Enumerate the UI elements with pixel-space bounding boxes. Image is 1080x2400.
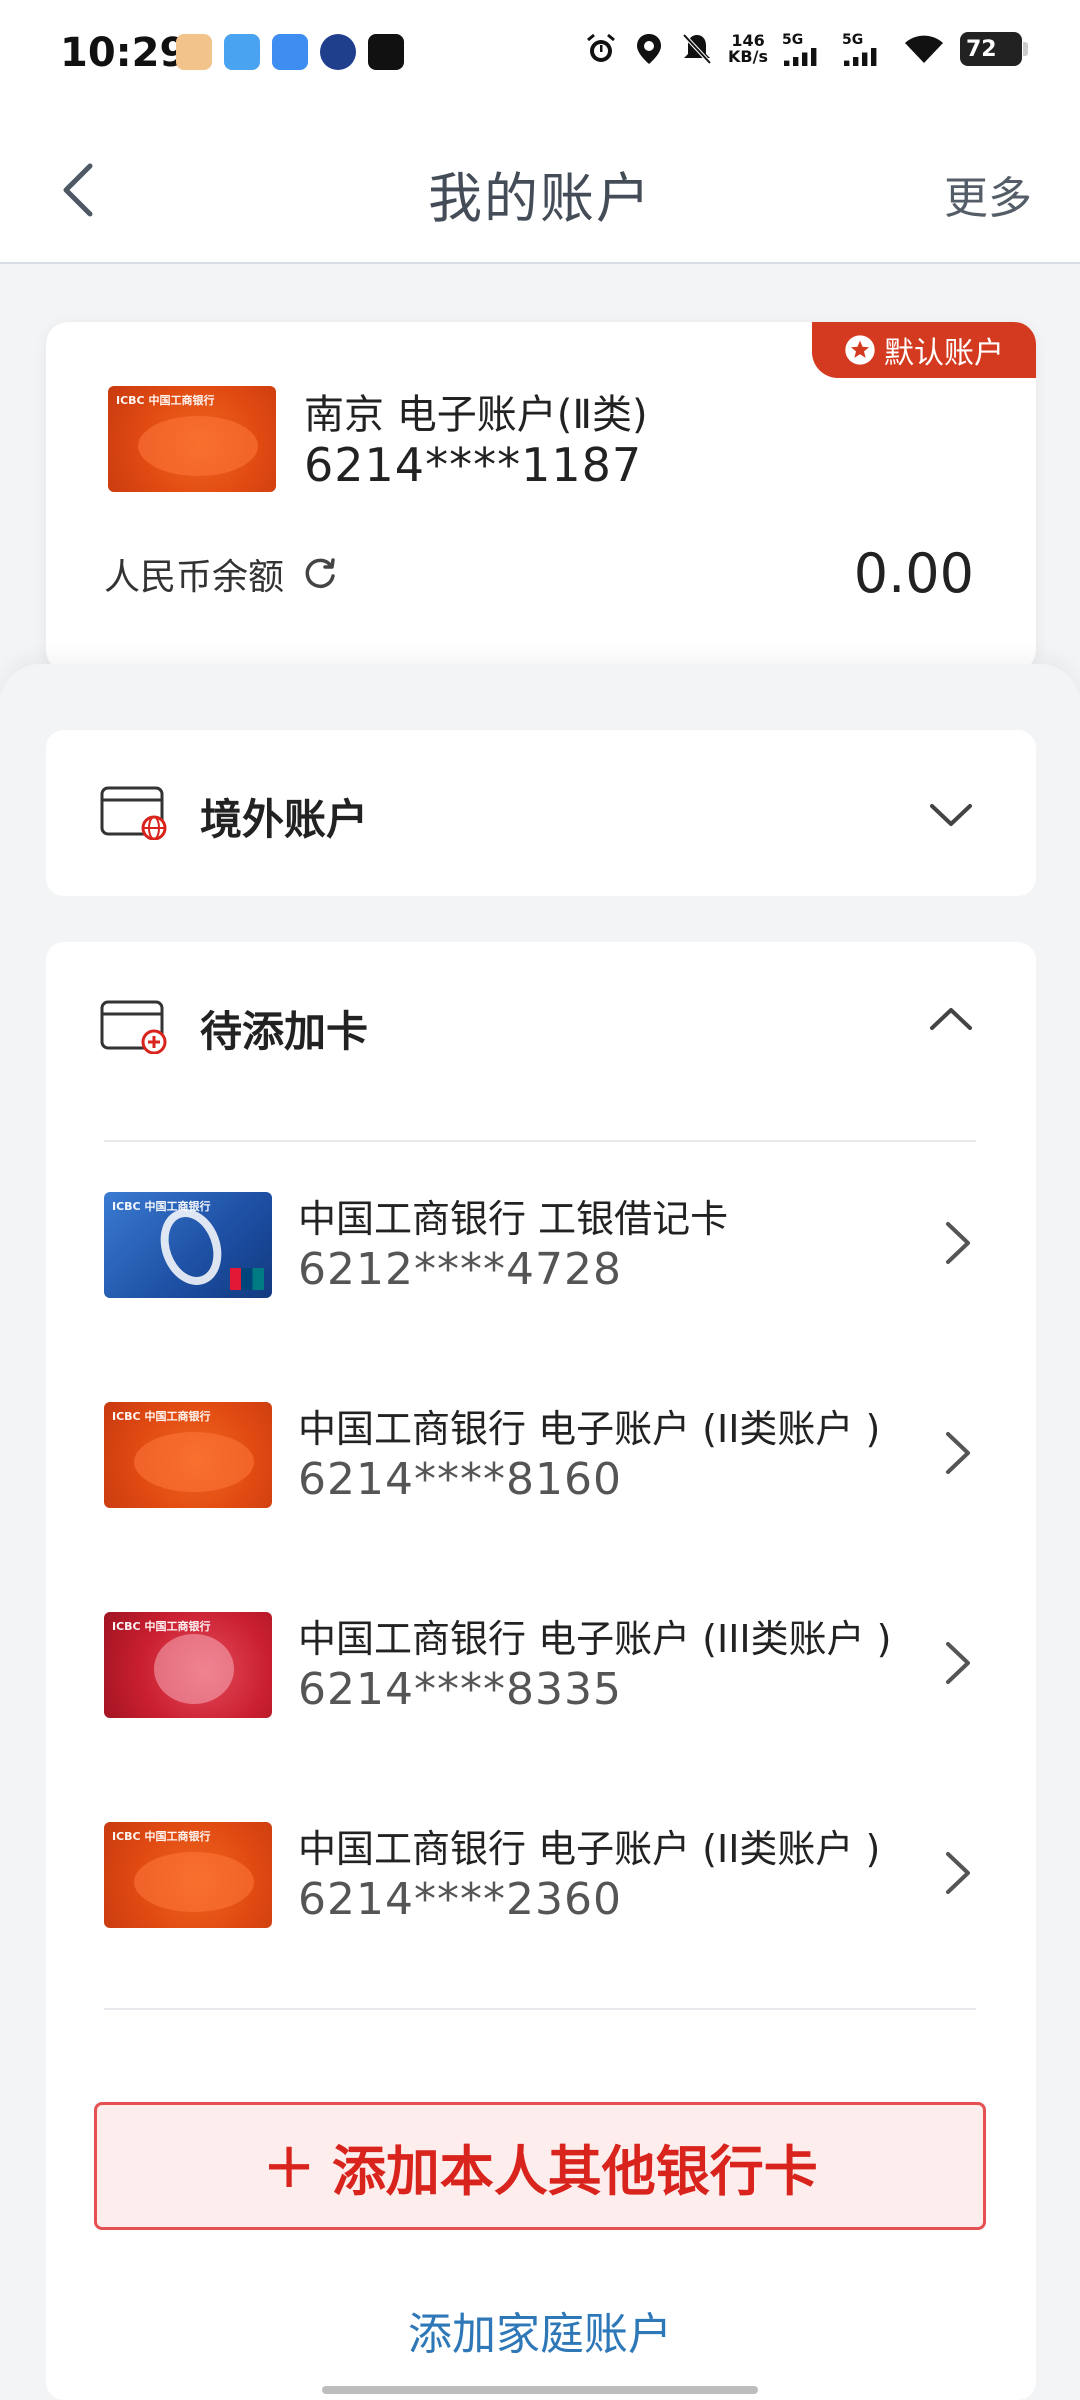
battery-level: 72	[966, 36, 997, 62]
e-logo-graphic	[150, 1200, 232, 1294]
plus-icon: +	[262, 2129, 316, 2203]
app-notification-icon	[224, 34, 260, 70]
status-bar: 10:29 146 KB/s 5G 5G 72	[0, 0, 1080, 118]
bank-card-image: ICBC 中国工商银行	[104, 1612, 272, 1718]
add-bank-card-button[interactable]: + 添加本人其他银行卡	[94, 2102, 986, 2230]
balance-amount: 0.00	[853, 542, 974, 605]
icbc-logo-icon: ICBC 中国工商银行	[112, 1830, 211, 1843]
card-globe-icon	[100, 786, 167, 840]
card-number: 6214****8335	[298, 1664, 622, 1715]
pending-title: 待添加卡	[200, 1007, 369, 1056]
chevron-right-icon	[946, 1852, 970, 1894]
pending-card-row[interactable]: ICBC 中国工商银行 中国工商银行 电子账户 (II类账户 ) 6214***…	[104, 1796, 976, 1956]
default-account-card[interactable]: 默认账户 ICBC 中国工商银行 南京 电子账户(Ⅱ类) 6214****118…	[46, 322, 1036, 672]
network-speed-unit: KB/s	[728, 47, 768, 66]
navigation-bar: 我的账户 更多	[0, 118, 1080, 264]
card-number: 6214****2360	[298, 1874, 622, 1925]
chevron-right-icon	[946, 1222, 970, 1264]
app-notification-icon	[320, 34, 356, 70]
card-number: 6212****4728	[298, 1244, 622, 1295]
divider	[104, 2008, 976, 2010]
more-button[interactable]: 更多	[944, 162, 1032, 226]
app-notification-icon	[176, 34, 212, 70]
app-notification-icon	[368, 34, 404, 70]
card-title: 中国工商银行 电子账户 (II类账户 )	[298, 1827, 881, 1871]
card-add-icon	[100, 1000, 167, 1054]
world-map-graphic	[134, 1852, 254, 1912]
home-indicator[interactable]	[322, 2386, 758, 2394]
card-title: 中国工商银行 工银借记卡	[298, 1197, 729, 1241]
divider	[104, 1140, 976, 1142]
card-title: 中国工商银行 电子账户 (II类账户 )	[298, 1407, 881, 1451]
refresh-icon[interactable]	[300, 554, 340, 594]
network-type-label: 5G	[782, 32, 804, 48]
default-account-badge: 默认账户	[812, 322, 1036, 378]
chevron-right-icon	[946, 1642, 970, 1684]
chevron-down-icon[interactable]	[928, 800, 974, 830]
card-number: 6214****8160	[298, 1454, 622, 1505]
network-type-label: 5G	[842, 32, 864, 48]
add-bank-card-label: 添加本人其他银行卡	[331, 2139, 818, 2203]
pending-card-row[interactable]: ICBC 中国工商银行 中国工商银行 工银借记卡 6212****4728	[104, 1166, 976, 1326]
pending-card-row[interactable]: ICBC 中国工商银行 中国工商银行 电子账户 (II类账户 ) 6214***…	[104, 1376, 976, 1536]
status-time: 10:29	[60, 30, 188, 76]
battery-indicator: 72	[960, 32, 1028, 66]
mute-bell-icon	[680, 32, 714, 66]
pending-card-row[interactable]: ICBC 中国工商银行 中国工商银行 电子账户 (III类账户 ) 6214**…	[104, 1586, 976, 1746]
balance-label-row: 人民币余额	[104, 548, 340, 600]
wifi-icon	[902, 32, 946, 66]
bank-card-image: ICBC 中国工商银行	[104, 1192, 272, 1298]
cell-signal-icon: 5G	[842, 32, 888, 66]
icbc-logo-icon: ICBC 中国工商银行	[112, 1620, 211, 1633]
page-title: 我的账户	[428, 167, 652, 230]
star-icon	[845, 335, 875, 365]
account-name: 南京 电子账户(Ⅱ类)	[304, 392, 648, 438]
app-notification-icon	[272, 34, 308, 70]
card-title: 中国工商银行 电子账户 (III类账户 )	[298, 1617, 892, 1661]
icbc-logo-icon: ICBC 中国工商银行	[112, 1410, 211, 1423]
chevron-up-icon[interactable]	[928, 1004, 974, 1034]
bank-card-image: ICBC 中国工商银行	[104, 1822, 272, 1928]
world-map-graphic	[134, 1432, 254, 1492]
unionpay-icon	[230, 1268, 264, 1290]
status-indicators: 146 KB/s 5G 5G 72	[584, 32, 1028, 66]
bank-card-image: ICBC 中国工商银行	[108, 386, 276, 492]
default-badge-label: 默认账户	[884, 336, 1004, 371]
location-icon	[632, 32, 666, 66]
network-speed: 146 KB/s	[728, 33, 768, 65]
alarm-icon	[584, 32, 618, 66]
chevron-right-icon	[946, 1432, 970, 1474]
balance-label: 人民币余额	[104, 557, 285, 598]
globe-graphic	[154, 1634, 234, 1704]
overseas-title: 境外账户	[200, 795, 369, 844]
account-number: 6214****1187	[304, 438, 643, 492]
world-map-graphic	[138, 416, 258, 476]
add-family-account-link[interactable]: 添加家庭账户	[0, 2298, 1080, 2362]
overseas-accounts-section[interactable]: 境外账户	[46, 730, 1036, 896]
notification-app-icons	[176, 34, 404, 70]
bank-card-image: ICBC 中国工商银行	[104, 1402, 272, 1508]
icbc-logo-icon: ICBC 中国工商银行	[116, 394, 215, 407]
cell-signal-icon: 5G	[782, 32, 828, 66]
